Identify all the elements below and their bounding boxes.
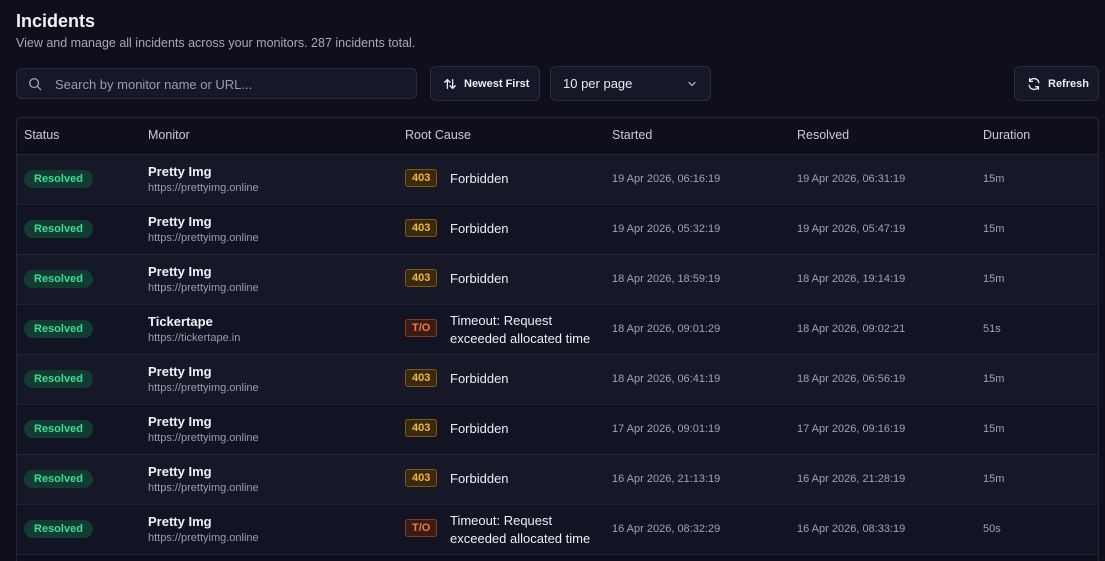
resolved-time: 17 Apr 2026, 09:16:19	[797, 423, 906, 435]
status-badge: Resolved	[24, 470, 93, 488]
root-cause-code: 403	[405, 469, 438, 487]
started-time: 16 Apr 2026, 21:13:19	[612, 473, 721, 485]
column-header-started[interactable]: Started	[612, 128, 652, 142]
resolved-time: 18 Apr 2026, 06:56:19	[797, 373, 906, 385]
resolved-time: 18 Apr 2026, 09:02:21	[797, 323, 906, 335]
page-subtitle: View and manage all incidents across you…	[16, 36, 416, 50]
root-cause-text: Timeout: Request exceeded allocated time	[450, 313, 591, 346]
duration: 15m	[983, 473, 1005, 485]
root-cause-text: Forbidden	[450, 271, 509, 286]
per-page-select[interactable]: 10 per page	[550, 66, 711, 101]
root-cause-code: 403	[405, 369, 438, 387]
refresh-label: Refresh	[1048, 77, 1089, 90]
root-cause-text: Timeout: Request exceeded allocated time	[450, 513, 591, 546]
incidents-table: Status Monitor Root Cause Started Resolv…	[16, 117, 1099, 561]
monitor-name: Pretty Img	[148, 164, 212, 179]
status-badge: Resolved	[24, 270, 93, 288]
status-badge: Resolved	[24, 520, 93, 538]
resolved-time: 18 Apr 2026, 19:14:19	[797, 273, 906, 285]
resolved-time: 19 Apr 2026, 06:31:19	[797, 173, 906, 185]
monitor-name: Pretty Img	[148, 364, 212, 379]
table-header: Status Monitor Root Cause Started Resolv…	[17, 118, 1098, 155]
table-row[interactable]: Resolved Tickertape https://tickertape.i…	[17, 305, 1098, 355]
table-row[interactable]: Resolved Pretty Img https://prettyimg.on…	[17, 205, 1098, 255]
root-cause-code: 403	[405, 269, 438, 287]
status-badge: Resolved	[24, 420, 93, 438]
sort-button[interactable]: Newest First	[430, 66, 540, 101]
status-badge: Resolved	[24, 320, 93, 338]
monitor-url: https://prettyimg.online	[148, 382, 259, 394]
table-body: Resolved Pretty Img https://prettyimg.on…	[17, 155, 1098, 555]
column-header-resolved[interactable]: Resolved	[797, 128, 849, 142]
started-time: 18 Apr 2026, 18:59:19	[612, 273, 721, 285]
search-icon	[29, 78, 42, 91]
chevron-down-icon	[688, 81, 696, 86]
monitor-name: Pretty Img	[148, 414, 212, 429]
monitor-url: https://prettyimg.online	[148, 282, 259, 294]
monitor-url: https://prettyimg.online	[148, 532, 259, 544]
table-row[interactable]: Resolved Pretty Img https://prettyimg.on…	[17, 155, 1098, 205]
duration: 15m	[983, 373, 1005, 385]
root-cause-text: Forbidden	[450, 171, 509, 186]
table-row[interactable]: Resolved Pretty Img https://prettyimg.on…	[17, 355, 1098, 405]
column-header-root-cause[interactable]: Root Cause	[405, 128, 471, 142]
started-time: 17 Apr 2026, 09:01:19	[612, 423, 721, 435]
duration: 15m	[983, 273, 1005, 285]
root-cause-text: Forbidden	[450, 371, 509, 386]
incidents-page: Incidents View and manage all incidents …	[0, 0, 1105, 561]
resolved-time: 16 Apr 2026, 08:33:19	[797, 523, 906, 535]
duration: 51s	[983, 323, 1001, 335]
status-badge: Resolved	[24, 220, 93, 238]
monitor-url: https://prettyimg.online	[148, 482, 259, 494]
status-badge: Resolved	[24, 370, 93, 388]
column-header-monitor[interactable]: Monitor	[148, 128, 190, 142]
monitor-url: https://prettyimg.online	[148, 432, 259, 444]
table-row[interactable]: Resolved Pretty Img https://prettyimg.on…	[17, 455, 1098, 505]
root-cause-code: T/O	[405, 519, 438, 537]
column-header-duration[interactable]: Duration	[983, 128, 1030, 142]
resolved-time: 16 Apr 2026, 21:28:19	[797, 473, 906, 485]
started-time: 16 Apr 2026, 08:32:29	[612, 523, 721, 535]
root-cause-code: 403	[405, 219, 438, 237]
per-page-value: 10 per page	[563, 76, 633, 91]
monitor-url: https://tickertape.in	[148, 332, 241, 344]
search-input[interactable]	[53, 69, 407, 100]
status-badge: Resolved	[24, 170, 93, 188]
started-time: 19 Apr 2026, 06:16:19	[612, 173, 721, 185]
duration: 15m	[983, 423, 1005, 435]
sort-label: Newest First	[464, 77, 530, 90]
duration: 15m	[983, 223, 1005, 235]
root-cause-text: Forbidden	[450, 471, 509, 486]
started-time: 19 Apr 2026, 05:32:19	[612, 223, 721, 235]
monitor-name: Pretty Img	[148, 464, 212, 479]
monitor-name: Pretty Img	[148, 214, 212, 229]
root-cause-text: Forbidden	[450, 421, 509, 436]
root-cause-code: T/O	[405, 319, 438, 337]
monitor-url: https://prettyimg.online	[148, 182, 259, 194]
monitor-name: Pretty Img	[148, 264, 212, 279]
sort-arrows-icon	[444, 78, 456, 89]
resolved-time: 19 Apr 2026, 05:47:19	[797, 223, 906, 235]
table-row[interactable]: Resolved Pretty Img https://prettyimg.on…	[17, 405, 1098, 455]
duration: 15m	[983, 173, 1005, 185]
root-cause-code: 403	[405, 419, 438, 437]
monitor-name: Pretty Img	[148, 514, 212, 529]
refresh-button[interactable]: Refresh	[1014, 66, 1099, 101]
started-time: 18 Apr 2026, 09:01:29	[612, 323, 721, 335]
refresh-icon	[1028, 77, 1040, 90]
table-row[interactable]: Resolved Pretty Img https://prettyimg.on…	[17, 255, 1098, 305]
root-cause-text: Forbidden	[450, 221, 509, 236]
started-time: 18 Apr 2026, 06:41:19	[612, 373, 721, 385]
duration: 50s	[983, 523, 1001, 535]
monitor-url: https://prettyimg.online	[148, 232, 259, 244]
table-row[interactable]: Resolved Pretty Img https://prettyimg.on…	[17, 505, 1098, 555]
monitor-name: Tickertape	[148, 314, 213, 329]
root-cause-code: 403	[405, 169, 438, 187]
search-box[interactable]	[16, 68, 417, 100]
page-title: Incidents	[16, 11, 96, 31]
column-header-status[interactable]: Status	[24, 128, 59, 142]
